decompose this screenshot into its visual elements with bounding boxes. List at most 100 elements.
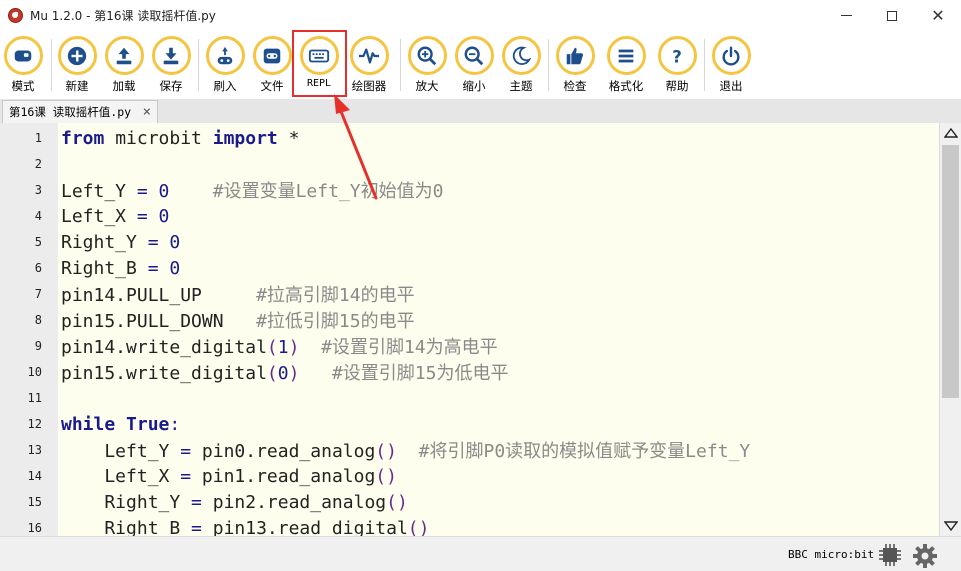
code-token: 0 <box>277 363 289 384</box>
code-token: pin14.PULL_UP <box>61 285 257 306</box>
code-token: 0 <box>169 231 181 253</box>
plotter-icon <box>358 47 380 64</box>
code-line[interactable]: 16 Right_B = pin13.read_digital() <box>0 515 939 537</box>
mode-icon <box>14 50 32 61</box>
triangle-up-icon <box>943 128 958 138</box>
code-text: pin15.PULL_DOWN #拉低引脚15的电平 <box>61 307 415 333</box>
line-number: 11 <box>27 391 42 405</box>
code-token: pin1.read_analog <box>191 465 376 487</box>
code-token: import <box>212 127 278 149</box>
help-button[interactable]: ? 帮助 <box>654 36 700 94</box>
mode-button[interactable]: 模式 <box>0 36 46 94</box>
tab-close-icon[interactable]: × <box>143 104 151 120</box>
code-token: #设置引脚15为低电平 <box>331 363 509 384</box>
line-number: 5 <box>34 235 42 249</box>
code-token: ) <box>288 363 300 384</box>
code-token: Left_Y <box>61 441 181 462</box>
gear-icon[interactable] <box>912 543 938 569</box>
code-token: from <box>61 127 105 149</box>
new-button[interactable]: 新建 <box>54 36 100 94</box>
save-button[interactable]: 保存 <box>148 36 194 94</box>
line-number: 1 <box>34 131 42 145</box>
code-line[interactable]: 10 pin15.write_digital(0) #设置引脚15为低电平 <box>0 359 939 385</box>
code-token: = <box>147 231 159 253</box>
files-button[interactable]: 文件 <box>249 36 295 94</box>
line-number: 10 <box>27 365 42 379</box>
code-text: Left_X = pin1.read_analog() <box>61 466 397 487</box>
code-line[interactable]: 13 Left_Y = pin0.read_analog() #将引脚P0读取的… <box>0 437 939 463</box>
code-token: Right_B <box>61 517 192 537</box>
code-token: microbit <box>104 127 213 149</box>
plotter-button[interactable]: 绘图器 <box>346 36 392 94</box>
tidy-button[interactable]: 格式化 <box>603 36 649 94</box>
code-text: Right_Y = pin2.read_analog() <box>61 491 408 513</box>
close-icon: ✕ <box>931 5 945 25</box>
code-line[interactable]: 2 <box>0 151 939 177</box>
line-number: 7 <box>34 287 42 301</box>
flash-icon <box>217 46 233 64</box>
code-line[interactable]: 6 Right_B = 0 <box>0 255 939 281</box>
zoom-out-icon <box>464 46 484 65</box>
code-token: Right_B <box>61 257 148 279</box>
code-token: #设置变量Left_Y初始值为0 <box>212 181 444 202</box>
title-bar: Mu 1.2.0 - 第16课 读取摇杆值.py ✕ <box>0 0 961 31</box>
code-line[interactable]: 4 Left_X = 0 <box>0 203 939 229</box>
scroll-up-button[interactable] <box>940 123 961 143</box>
zoom-in-button[interactable]: 放大 <box>404 36 450 94</box>
minimize-button[interactable] <box>823 0 869 31</box>
code-token: pin2.read_analog <box>201 491 387 513</box>
code-editor[interactable]: 1 from microbit import * 2 3 Left_Y = 0 #设置变… <box>0 123 939 536</box>
toolbar-separator <box>704 39 705 91</box>
code-text: Left_Y = 0 #设置变量Left_Y初始值为0 <box>61 177 443 203</box>
code-token: () <box>386 491 408 513</box>
zoom-out-button[interactable]: 缩小 <box>451 36 497 94</box>
code-token: #将引脚P0读取的模拟值赋予变量Left_Y <box>418 441 751 462</box>
code-line[interactable]: 1 from microbit import * <box>0 125 939 151</box>
code-line[interactable]: 14 Left_X = pin1.read_analog() <box>0 463 939 489</box>
code-token: Left_X <box>61 465 181 487</box>
code-token: pin14.write_digital <box>61 337 267 358</box>
code-line[interactable]: 3 Left_Y = 0 #设置变量Left_Y初始值为0 <box>0 177 939 203</box>
code-text: Right_Y = 0 <box>61 232 180 253</box>
scroll-thumb[interactable] <box>942 145 959 398</box>
code-line[interactable]: 12 while True: <box>0 411 939 437</box>
code-line[interactable]: 7 pin14.PULL_UP #拉高引脚14的电平 <box>0 281 939 307</box>
chip-icon[interactable] <box>879 544 901 566</box>
plus-icon <box>67 46 87 65</box>
code-token: = <box>147 257 159 279</box>
maximize-button[interactable] <box>869 0 915 31</box>
load-button[interactable]: 加载 <box>101 36 147 94</box>
code-token: () <box>375 465 397 487</box>
tab-current-file[interactable]: 第16课 读取摇杆值.py × <box>2 100 159 123</box>
upload-icon <box>116 47 132 64</box>
close-window-button[interactable]: ✕ <box>915 0 961 31</box>
code-token: 0 <box>169 257 181 279</box>
code-line[interactable]: 15 Right_Y = pin2.read_analog() <box>0 489 939 515</box>
flash-button[interactable]: 刷入 <box>202 36 248 94</box>
code-line[interactable]: 11 <box>0 385 939 411</box>
line-number: 3 <box>34 183 42 197</box>
minimize-icon <box>840 15 852 16</box>
code-token: Right_Y <box>61 231 148 253</box>
scroll-down-button[interactable] <box>940 516 961 536</box>
status-bar: BBC micro:bit <box>0 536 961 571</box>
power-icon <box>722 46 740 65</box>
line-number: 15 <box>27 495 42 509</box>
code-token: = <box>136 181 148 202</box>
code-line[interactable]: 5 Right_Y = 0 <box>0 229 939 255</box>
code-token: = <box>180 441 192 462</box>
theme-button[interactable]: 主题 <box>498 36 544 94</box>
quit-button[interactable]: 退出 <box>708 36 754 94</box>
line-number: 2 <box>34 157 42 171</box>
check-button[interactable]: 检查 <box>552 36 598 94</box>
files-icon <box>263 48 281 63</box>
code-line[interactable]: 8 pin15.PULL_DOWN #拉低引脚15的电平 <box>0 307 939 333</box>
vertical-scrollbar[interactable] <box>939 123 961 536</box>
moon-icon <box>512 46 532 65</box>
code-line[interactable]: 9 pin14.write_digital(1) #设置引脚14为高电平 <box>0 333 939 359</box>
